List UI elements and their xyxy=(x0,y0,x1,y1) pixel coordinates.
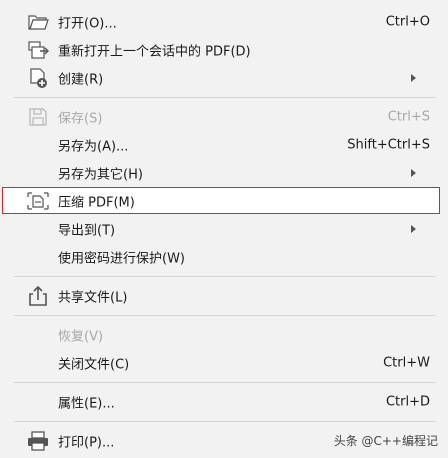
submenu-arrow-icon xyxy=(411,169,416,177)
menu-item-reopen-label: 重新打开上一个会话中的 PDF(D) xyxy=(58,44,251,60)
menu-item-revert-label: 恢复(V) xyxy=(58,329,104,345)
menu-item-open-label: 打开(O)... xyxy=(58,16,117,32)
menu-item-close-file-shortcut: Ctrl+W xyxy=(383,355,430,371)
save-disk-icon xyxy=(26,106,50,128)
menu-item-create-label: 创建(R) xyxy=(58,72,104,88)
menu-item-save: 保存(S) Ctrl+S xyxy=(2,103,440,131)
menu-item-close-file[interactable]: 关闭文件(C) Ctrl+W xyxy=(2,349,440,377)
menu-item-save-label: 保存(S) xyxy=(58,111,103,127)
file-menu: 打开(O)... Ctrl+O 重新打开上一个会话中的 PDF(D) 创建(R)… xyxy=(0,0,448,458)
menu-item-create[interactable]: 创建(R) xyxy=(2,64,440,92)
compress-pdf-icon xyxy=(26,190,50,212)
menu-item-save-as[interactable]: 另存为(A)... Shift+Ctrl+S xyxy=(2,131,440,159)
watermark-text: 头条 @C++编程记 xyxy=(333,434,438,448)
menu-item-protect-label: 使用密码进行保护(W) xyxy=(58,251,185,267)
menu-item-save-as-label: 另存为(A)... xyxy=(58,139,129,155)
menu-item-protect-with-password[interactable]: 使用密码进行保护(W) xyxy=(2,243,440,271)
menu-item-reopen[interactable]: 重新打开上一个会话中的 PDF(D) xyxy=(2,36,440,64)
watermark: 头条 @C++编程记 xyxy=(334,432,438,449)
menu-item-print-label: 打印(P)... xyxy=(58,435,115,451)
menu-item-open-shortcut: Ctrl+O xyxy=(385,14,430,30)
menu-item-open[interactable]: 打开(O)... Ctrl+O xyxy=(2,8,440,36)
menu-separator xyxy=(14,382,436,383)
menu-item-export-to-label: 导出到(T) xyxy=(58,223,116,239)
menu-item-properties[interactable]: 属性(E)... Ctrl+D xyxy=(2,388,440,416)
menu-item-save-as-shortcut: Shift+Ctrl+S xyxy=(347,137,430,153)
menu-separator xyxy=(14,421,436,422)
printer-icon xyxy=(26,430,50,452)
menu-item-save-shortcut: Ctrl+S xyxy=(387,109,430,125)
menu-item-share-file[interactable]: 共享文件(L) xyxy=(2,282,440,310)
menu-item-properties-label: 属性(E)... xyxy=(58,396,115,412)
menu-separator xyxy=(14,276,436,277)
menu-item-revert: 恢复(V) xyxy=(2,321,440,349)
menu-separator xyxy=(14,315,436,316)
submenu-arrow-icon xyxy=(411,74,416,82)
share-upload-icon xyxy=(26,285,50,307)
menu-item-compress-pdf[interactable]: 压缩 PDF(M) xyxy=(2,187,440,214)
submenu-arrow-icon xyxy=(411,225,416,233)
menu-separator xyxy=(14,97,436,98)
create-file-icon xyxy=(26,67,50,89)
menu-item-save-as-other[interactable]: 另存为其它(H) xyxy=(2,159,440,187)
menu-item-properties-shortcut: Ctrl+D xyxy=(385,394,430,410)
menu-item-export-to[interactable]: 导出到(T) xyxy=(2,215,440,243)
menu-item-share-file-label: 共享文件(L) xyxy=(58,290,128,306)
folder-open-icon xyxy=(26,11,50,33)
menu-item-compress-pdf-label: 压缩 PDF(M) xyxy=(58,195,135,210)
reopen-file-icon xyxy=(26,39,50,61)
menu-item-save-as-other-label: 另存为其它(H) xyxy=(58,167,143,183)
menu-item-close-file-label: 关闭文件(C) xyxy=(58,357,130,373)
